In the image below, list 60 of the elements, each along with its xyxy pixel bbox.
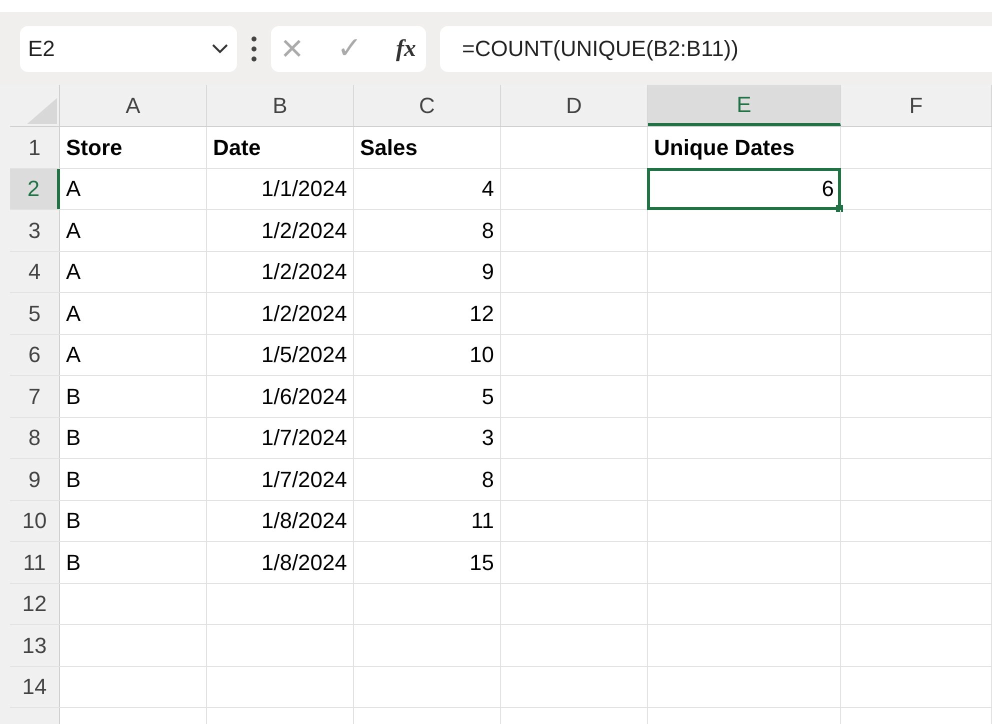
table-cell-text: 3 (482, 424, 494, 452)
row-header[interactable]: 10 (10, 500, 60, 541)
column-header[interactable]: A (60, 85, 207, 126)
row-header[interactable]: 6 (10, 334, 60, 375)
column-title: Store (66, 134, 122, 162)
insert-function-button[interactable]: fx (396, 36, 416, 60)
row-header[interactable]: 11 (10, 542, 60, 582)
row-header[interactable]: 14 (10, 666, 60, 707)
row-header[interactable]: 1 (10, 127, 60, 168)
row-header[interactable]: 2 (10, 168, 60, 209)
table-cell-text: 1/6/2024 (261, 382, 347, 411)
name-box[interactable]: E2 (20, 26, 237, 72)
row-header[interactable]: 7 (10, 376, 60, 416)
table-cell-text: 1/7/2024 (261, 466, 347, 494)
table-cell-text: 1/1/2024 (261, 175, 347, 204)
table-cell-text: 8 (482, 216, 494, 245)
row-header[interactable]: 4 (10, 252, 60, 292)
table-cell-text: 1/7/2024 (261, 424, 347, 452)
table-cell-text: 9 (482, 258, 494, 286)
row-header[interactable]: 9 (10, 459, 60, 500)
formula-field[interactable]: =COUNT(UNIQUE(B2:B11)) (440, 26, 992, 72)
column-header[interactable]: C (354, 85, 501, 126)
table-cell-text: B (66, 548, 81, 577)
column-header[interactable]: E (648, 85, 841, 126)
column-title: Unique Dates (654, 134, 795, 162)
row-header[interactable]: 8 (10, 418, 60, 458)
table-cell-text: 12 (470, 300, 494, 328)
table-cell-text: 11 (471, 507, 494, 536)
table-cell-text: 15 (470, 548, 494, 577)
column-title: Date (213, 134, 261, 162)
table-cell-text: A (66, 341, 81, 370)
table-cell-text: 5 (482, 382, 494, 411)
table-cell-text: 1/8/2024 (261, 548, 347, 577)
table-cell-text: 1/2/2024 (261, 300, 347, 328)
column-header[interactable]: B (207, 85, 354, 126)
table-cell-text: B (66, 507, 81, 536)
row-header[interactable]: 13 (10, 625, 60, 666)
table-cell-text: A (66, 258, 81, 286)
table-cell-text: 1/2/2024 (261, 216, 347, 245)
table-cell-text: 1/8/2024 (261, 507, 347, 536)
chevron-down-icon (211, 44, 229, 54)
row-header[interactable]: 5 (10, 293, 60, 334)
column-header[interactable]: F (841, 85, 992, 126)
table-cell-text: 6 (822, 175, 834, 204)
column-title: Sales (360, 134, 418, 162)
more-vertical-icon[interactable] (251, 36, 257, 62)
table-cell-text: B (66, 424, 81, 452)
table-cell-text: A (66, 216, 81, 245)
table-cell-text: 10 (470, 341, 494, 370)
table-cell-text: B (66, 466, 81, 494)
table-cell-text: A (66, 300, 81, 328)
table-cell-text: 1/5/2024 (261, 341, 347, 370)
table-cell-text: 1/2/2024 (261, 258, 347, 286)
row-header[interactable]: 3 (10, 210, 60, 250)
table-cell-text: A (66, 175, 81, 204)
row-header-strip (10, 708, 60, 724)
table-cell-text: B (66, 382, 81, 411)
table-cell-text: 8 (482, 466, 494, 494)
row-header[interactable]: 12 (10, 584, 60, 624)
table-cell-text: 4 (482, 175, 494, 204)
